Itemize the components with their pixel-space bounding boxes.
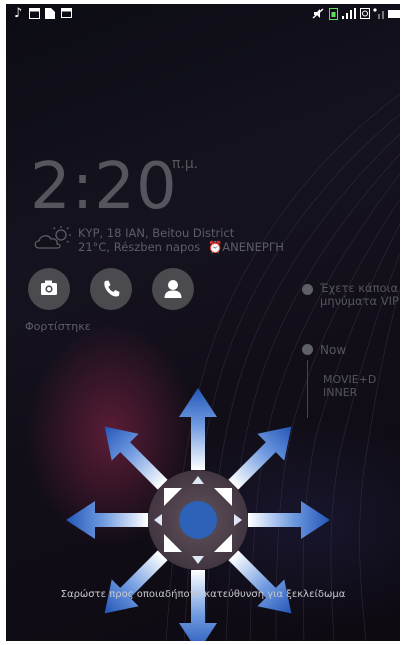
unlock-arrow-left bbox=[66, 501, 148, 539]
lock-screen: ♪ 2:20 π.μ. ΚΥΡ, 18 ΙΑΝ, Beitou District… bbox=[6, 4, 400, 641]
unlock-arrow-up bbox=[179, 388, 217, 470]
unlock-arrow-right bbox=[248, 501, 330, 539]
unlock-widget[interactable] bbox=[6, 4, 400, 641]
unlock-hint: Σαρώστε προς οποιαδήποτε κατεύθυνση για … bbox=[60, 589, 346, 600]
unlock-arrow-down bbox=[179, 570, 217, 641]
unlock-center-handle[interactable] bbox=[179, 501, 217, 539]
